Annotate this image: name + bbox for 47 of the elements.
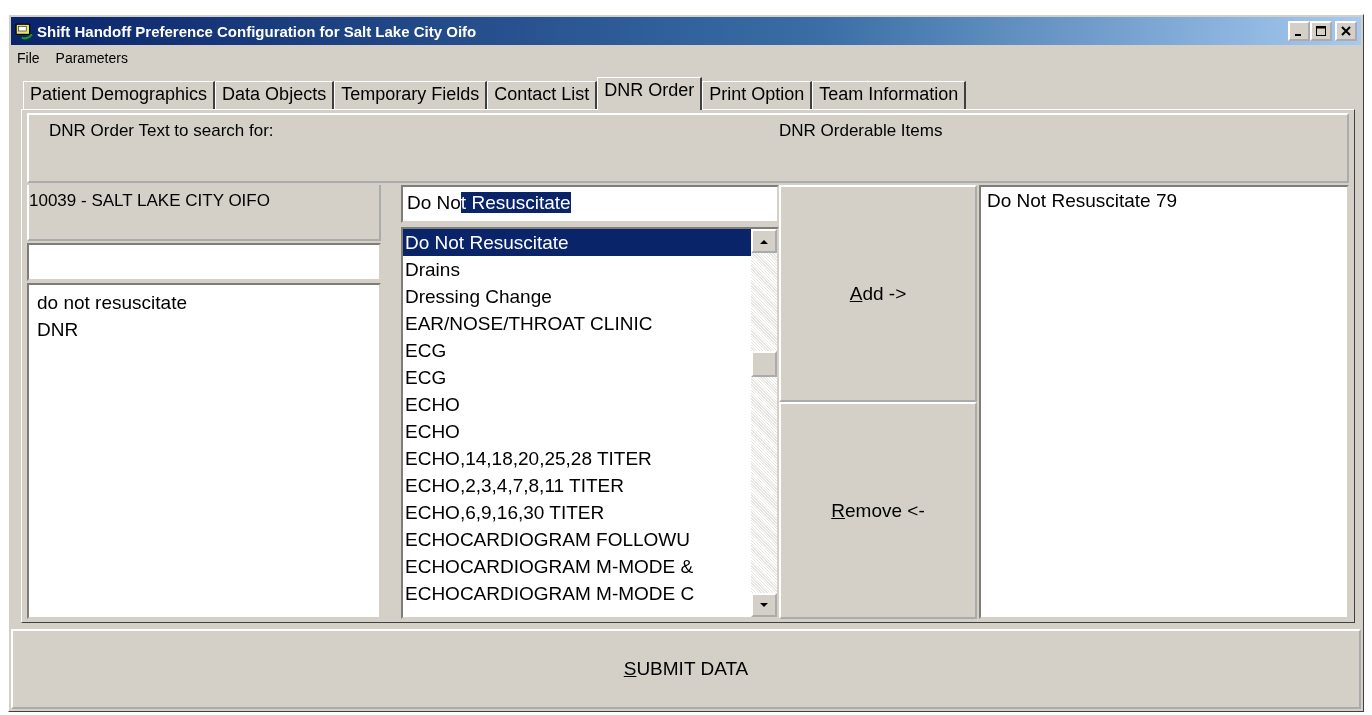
tab[interactable]: DNR Order [597,77,703,110]
minimize-icon [1295,34,1301,36]
list-item[interactable]: EAR/NOSE/THROAT CLINIC [403,310,751,337]
maximize-icon [1316,26,1326,36]
list-item[interactable]: ECHO [403,418,751,445]
window-title: Shift Handoff Preference Configuration for Salt Lake City Oifo [37,22,478,40]
list-item[interactable]: ECHO,2,3,4,7,8,11 TITER [403,472,751,499]
submit-button[interactable]: SUBMIT DATA [11,629,1361,709]
list-item[interactable]: ECHOCARDIOGRAM FOLLOWU [403,526,751,553]
add-button[interactable]: Add -> [779,185,977,402]
close-icon [1341,26,1351,36]
search-text-field[interactable] [27,243,381,281]
list-item[interactable]: ECHO,14,18,20,25,28 TITER [403,445,751,472]
orderable-field[interactable]: Do Not Resuscitate [401,185,779,223]
tab[interactable]: Temporary Fields [334,81,488,110]
list-item[interactable]: ECHO,6,9,16,30 TITER [403,499,751,526]
scroll-up-button[interactable] [751,229,777,253]
site-label: 10039 - SALT LAKE CITY OIFO [29,191,270,210]
tab[interactable]: Print Option [702,81,813,110]
scroll-thumb[interactable] [751,351,777,377]
up-arrow-icon [760,238,768,244]
minimize-button[interactable] [1288,21,1310,41]
search-text-label: DNR Order Text to search for: [49,121,275,142]
list-item[interactable]: do not resuscitate [35,289,373,316]
tab[interactable]: Data Objects [215,81,335,110]
list-item[interactable]: ECHOCARDIOGRAM M-MODE C [403,580,751,607]
list-item[interactable]: Dressing Change [403,283,751,310]
list-item[interactable]: Do Not Resuscitate 79 [985,189,1343,213]
menu-item[interactable]: Parameters [55,50,128,66]
list-item[interactable]: DNR [35,316,373,343]
list-item[interactable]: ECHOCARDIOGRAM M-MODE & [403,553,751,580]
tab[interactable]: Patient Demographics [23,81,216,110]
tab[interactable]: Team Information [812,81,967,110]
orderable-items-label: DNR Orderable Items [779,121,943,142]
menu-item[interactable]: File [17,50,40,66]
scrollbar[interactable] [751,229,777,617]
close-button[interactable] [1335,21,1357,41]
list-item[interactable]: Drains [403,256,751,283]
down-arrow-icon [760,602,768,608]
scroll-down-button[interactable] [751,593,777,617]
app-icon [15,22,33,40]
list-item[interactable]: Do Not Resuscitate [403,229,751,256]
list-item[interactable]: ECHO [403,391,751,418]
maximize-button[interactable] [1310,21,1332,41]
remove-button[interactable]: Remove <- [779,402,977,619]
list-item[interactable]: ECG [403,364,751,391]
list-item[interactable]: ECG [403,337,751,364]
